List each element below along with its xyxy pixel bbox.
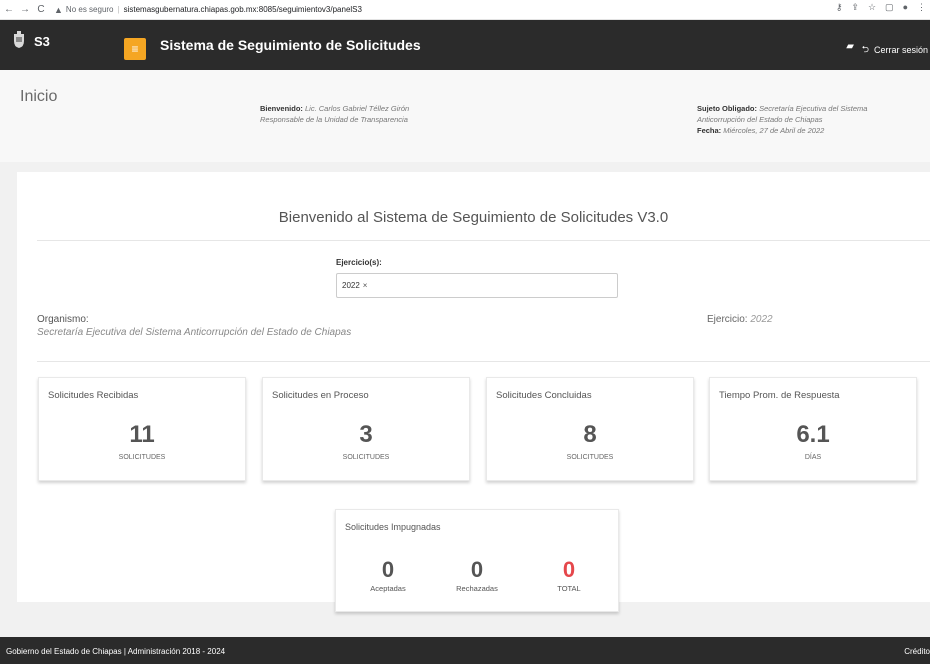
- chip-label: 2022: [342, 281, 360, 290]
- impugnadas-card: Solicitudes Impugnadas 0 Aceptadas 0 Rec…: [335, 509, 619, 612]
- impugnadas-title: Solicitudes Impugnadas: [345, 522, 441, 532]
- coat-of-arms-icon: [14, 31, 24, 48]
- logout-button[interactable]: ⮌ Cerrar sesión: [862, 42, 928, 58]
- divider: [37, 361, 930, 362]
- credits-link[interactable]: Crédito: [904, 647, 930, 656]
- welcome-role: Responsable de la Unidad de Transparenci…: [260, 115, 408, 124]
- fecha-value: Miércoles, 27 de Abril de 2022: [723, 126, 825, 135]
- ejercicio-info: Ejercicio: 2022: [707, 314, 773, 325]
- stat-value: 6.1: [796, 421, 830, 448]
- ejercicio-info-value: 2022: [750, 314, 773, 325]
- stat-value: 3: [359, 421, 373, 448]
- stat-unit: DÍAS: [804, 454, 822, 461]
- stat-unit: SOLICITUDES: [118, 454, 166, 461]
- url-separator: |: [117, 5, 120, 14]
- stat-card-tiempo: Tiempo Prom. de Respuesta 6.1 DÍAS: [709, 377, 917, 481]
- chip-remove-icon[interactable]: ×: [363, 281, 368, 290]
- ejercicio-chip: 2022 ×: [342, 281, 367, 290]
- app-header: S3 ≡ Sistema de Seguimiento de Solicitud…: [0, 20, 930, 70]
- stat-card-recibidas: Solicitudes Recibidas 11 SOLICITUDES: [38, 377, 246, 481]
- logout-icon: ⮌: [861, 44, 869, 54]
- sidebar-icon[interactable]: ▢: [885, 2, 894, 13]
- obligado-label: Sujeto Obligado:: [697, 104, 757, 113]
- kebab-menu-icon[interactable]: ⋮: [917, 2, 926, 13]
- impugnadas-value: 0: [470, 557, 484, 582]
- obligado-info: Sujeto Obligado: Secretaría Ejecutiva de…: [697, 103, 897, 136]
- forward-arrow-icon[interactable]: →: [18, 4, 32, 15]
- warning-icon[interactable]: ▲: [54, 5, 63, 15]
- footer-text: Gobierno del Estado de Chiapas | Adminis…: [6, 647, 226, 656]
- app-short-name: S3: [34, 34, 50, 49]
- impugnadas-label: Rechazadas: [456, 584, 498, 593]
- logout-label: Cerrar sesión: [873, 45, 928, 55]
- fecha-label: Fecha:: [697, 126, 722, 135]
- stat-title: Solicitudes en Proceso: [272, 390, 369, 401]
- stat-value: 11: [129, 421, 155, 448]
- page-title: Inicio: [20, 88, 58, 105]
- ejercicio-select[interactable]: 2022 ×: [336, 273, 618, 298]
- manual-book-icon[interactable]: ▰: [846, 41, 854, 52]
- welcome-name: Lic. Carlos Gabriel Téllez Girón: [305, 104, 410, 113]
- stat-title: Solicitudes Recibidas: [48, 390, 139, 401]
- stat-title: Tiempo Prom. de Respuesta: [719, 390, 840, 401]
- obligado-line2: Anticorrupción del Estado de Chiapas: [697, 115, 823, 124]
- footer: Gobierno del Estado de Chiapas | Adminis…: [0, 637, 930, 664]
- key-icon[interactable]: ⚷: [836, 2, 843, 13]
- star-icon[interactable]: ☆: [868, 2, 876, 13]
- stat-unit: SOLICITUDES: [342, 454, 390, 461]
- app-title: Sistema de Seguimiento de Solicitudes: [160, 37, 421, 53]
- impugnadas-value: 0: [562, 557, 576, 582]
- browser-toolbar: ← → C ▲ No es seguro | sistemasgubernatu…: [0, 0, 930, 20]
- address-bar[interactable]: ▲ No es seguro | sistemasgubernatura.chi…: [54, 2, 362, 18]
- stat-value: 8: [583, 421, 597, 448]
- organismo-label: Organismo:: [37, 314, 89, 325]
- stat-card-proceso: Solicitudes en Proceso 3 SOLICITUDES: [262, 377, 470, 481]
- organismo-value: Secretaría Ejecutiva del Sistema Anticor…: [37, 327, 352, 338]
- impugnadas-value: 0: [381, 557, 395, 582]
- menu-toggle-button[interactable]: ≡: [124, 38, 146, 60]
- url-text[interactable]: sistemasgubernatura.chiapas.gob.mx:8085/…: [124, 5, 362, 14]
- impugnadas-total: 0 TOTAL: [529, 557, 609, 594]
- impugnadas-rechazadas: 0 Rechazadas: [437, 557, 517, 594]
- welcome-info: Bienvenido: Lic. Carlos Gabriel Téllez G…: [260, 103, 409, 125]
- profile-icon[interactable]: ●: [903, 2, 908, 13]
- welcome-heading: Bienvenido al Sistema de Seguimiento de …: [278, 209, 669, 226]
- security-status[interactable]: No es seguro: [66, 5, 114, 14]
- back-arrow-icon[interactable]: ←: [2, 4, 16, 15]
- reload-icon[interactable]: C: [34, 4, 48, 15]
- impugnadas-aceptadas: 0 Aceptadas: [348, 557, 428, 594]
- impugnadas-label: TOTAL: [557, 584, 581, 593]
- share-icon[interactable]: ⇪: [851, 2, 859, 13]
- divider: [37, 240, 930, 241]
- stat-unit: SOLICITUDES: [566, 454, 614, 461]
- ejercicio-info-label: Ejercicio:: [707, 314, 748, 325]
- stat-title: Solicitudes Concluidas: [496, 390, 592, 401]
- ejercicio-label: Ejercicio(s):: [336, 258, 382, 267]
- obligado-line1: Secretaría Ejecutiva del Sistema: [759, 104, 868, 113]
- stat-card-concluidas: Solicitudes Concluidas 8 SOLICITUDES: [486, 377, 694, 481]
- hamburger-icon: ≡: [131, 42, 139, 56]
- browser-actions: ⚷ ⇪ ☆ ▢ ● ⋮: [836, 2, 926, 13]
- main-panel: Bienvenido al Sistema de Seguimiento de …: [17, 172, 930, 612]
- info-band: Inicio Bienvenido: Lic. Carlos Gabriel T…: [0, 70, 930, 162]
- impugnadas-label: Aceptadas: [370, 584, 406, 593]
- welcome-label: Bienvenido:: [260, 104, 303, 113]
